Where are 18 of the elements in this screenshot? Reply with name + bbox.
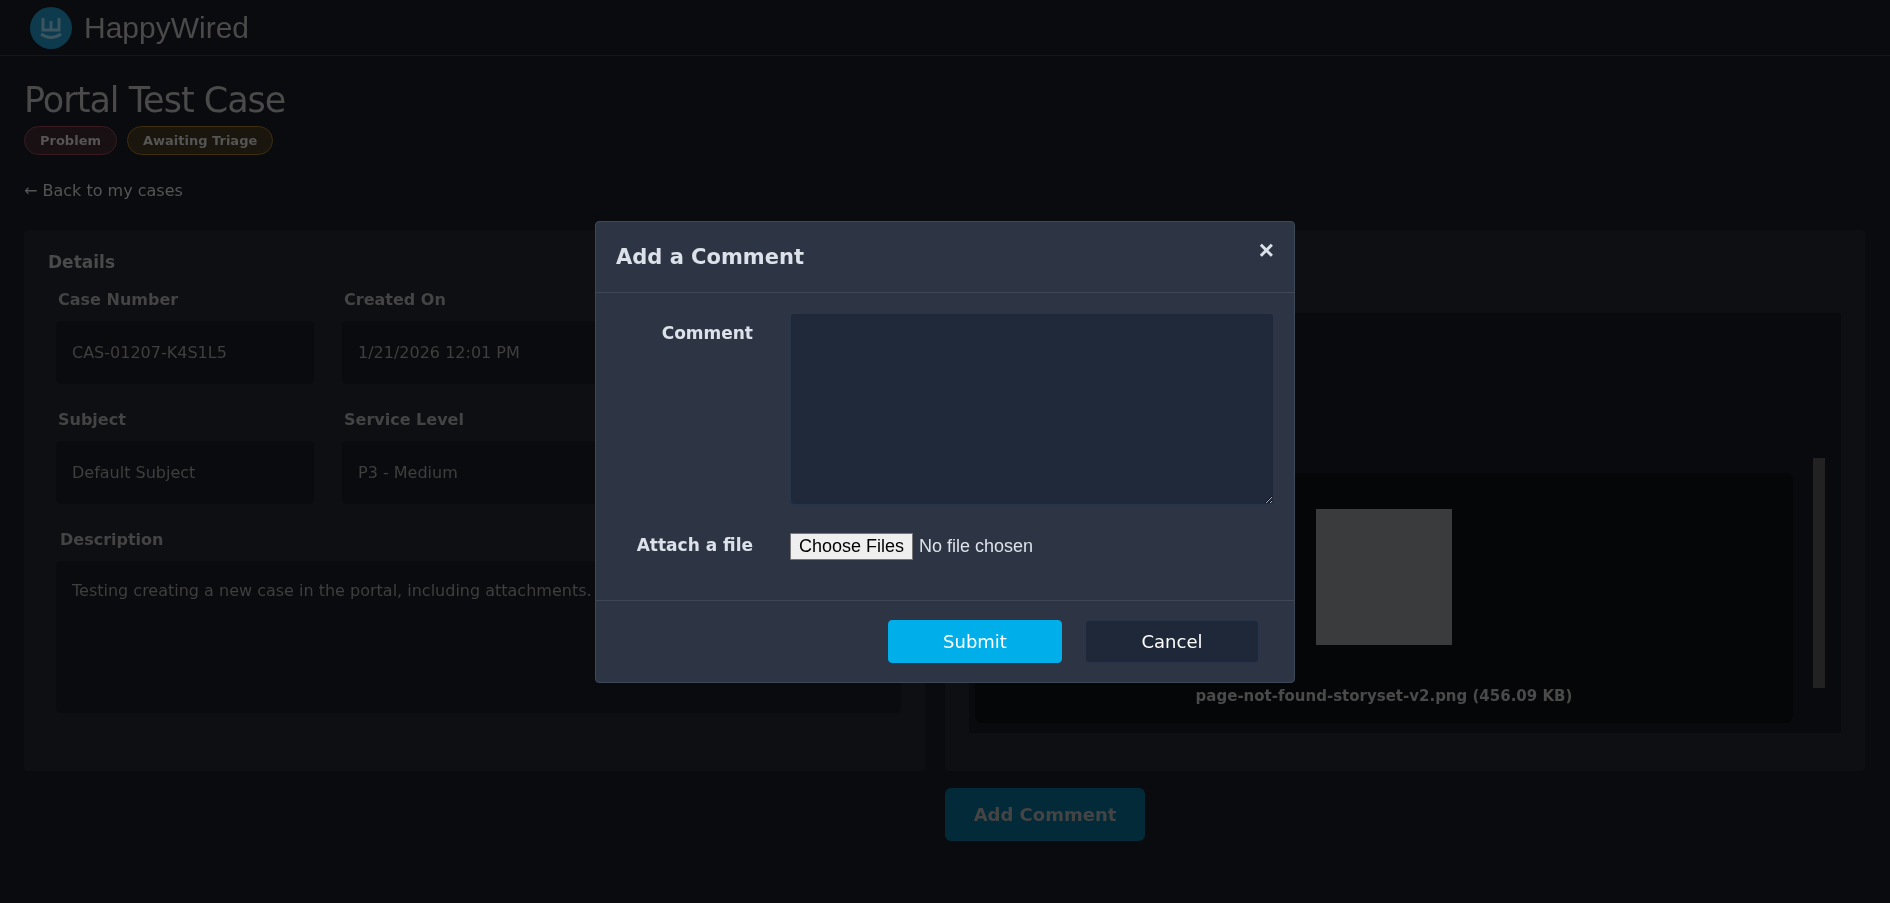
comment-field[interactable] — [790, 313, 1274, 505]
choose-files-button[interactable]: Choose Files — [790, 533, 914, 560]
panel-title: Details — [48, 252, 115, 272]
status-badge: Awaiting Triage — [127, 126, 274, 155]
cancel-button[interactable]: Cancel — [1085, 620, 1259, 663]
attachment-name: page-not-found-storyset-v2.png (456.09 KB) — [1195, 687, 1573, 705]
brand-name: HappyWired — [84, 10, 250, 45]
logo-icon — [30, 6, 72, 49]
attach-label: Attach a file — [636, 535, 753, 555]
submit-button[interactable]: Submit — [888, 620, 1062, 663]
close-button[interactable]: × — [1258, 237, 1274, 263]
scrollbar[interactable] — [1813, 458, 1825, 688]
status-badge: Problem — [24, 126, 117, 155]
back-link[interactable]: ← Back to my cases — [24, 181, 183, 200]
comment-label: Comment — [661, 323, 753, 343]
dialog-title: Add a Comment — [616, 245, 804, 269]
case-title: Portal Test Case — [24, 80, 286, 120]
add-comment-button[interactable]: Add Comment — [945, 788, 1145, 841]
